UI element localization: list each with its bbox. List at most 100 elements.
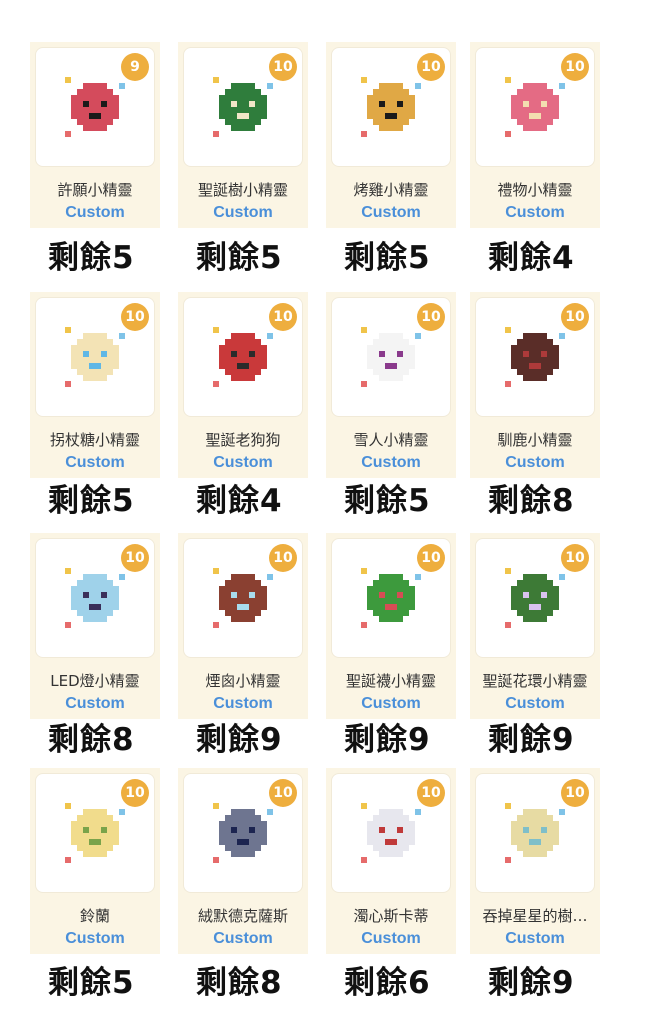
level-badge: 10 <box>561 779 589 807</box>
sticker-image-frame: 10 <box>331 297 451 417</box>
sticker-image-frame: 10 <box>35 773 155 893</box>
sticker-image-frame: 10 <box>475 538 595 658</box>
remaining-count-label: 剩餘5 <box>344 483 431 519</box>
sticker-name: 聖誕花環小精靈 <box>482 672 588 690</box>
sticker-name: 煙囪小精靈 <box>205 672 281 690</box>
sticker-image-frame: 10 <box>183 297 303 417</box>
pixel-sprite-icon <box>213 327 273 387</box>
pixel-sprite-icon <box>65 327 125 387</box>
remaining-count-label: 剩餘9 <box>488 722 575 758</box>
level-badge: 10 <box>561 303 589 331</box>
sticker-card[interactable]: 10 馴鹿小精靈 Custom <box>470 292 600 478</box>
sticker-card[interactable]: 9 許願小精靈 Custom <box>30 42 160 228</box>
pixel-sprite-icon <box>213 803 273 863</box>
custom-tag: Custom <box>505 930 565 947</box>
sticker-image-frame: 10 <box>475 773 595 893</box>
sticker-card[interactable]: 10 鈴蘭 Custom <box>30 768 160 954</box>
level-badge: 10 <box>561 53 589 81</box>
pixel-sprite-icon <box>361 803 421 863</box>
sticker-image-frame: 10 <box>183 47 303 167</box>
pixel-sprite-icon <box>213 77 273 137</box>
sticker-image-frame: 10 <box>35 297 155 417</box>
remaining-count-label: 剩餘5 <box>48 483 135 519</box>
sticker-name: 許願小精靈 <box>57 181 133 199</box>
sticker-name: 絨默德克薩斯 <box>197 907 288 925</box>
level-badge: 10 <box>121 779 149 807</box>
sticker-image-frame: 10 <box>183 538 303 658</box>
sticker-card[interactable]: 10 聖誕花環小精靈 Custom <box>470 533 600 719</box>
sticker-name: 濁心斯卡蒂 <box>353 907 429 925</box>
level-badge: 10 <box>269 779 297 807</box>
sticker-name: LED燈小精靈 <box>50 672 140 690</box>
level-badge: 10 <box>269 303 297 331</box>
sticker-card[interactable]: 10 吞掉星星的樹… Custom <box>470 768 600 954</box>
level-badge: 10 <box>417 544 445 572</box>
pixel-sprite-icon <box>65 77 125 137</box>
level-badge: 10 <box>561 544 589 572</box>
sticker-card[interactable]: 10 禮物小精靈 Custom <box>470 42 600 228</box>
pixel-sprite-icon <box>361 568 421 628</box>
sticker-name: 聖誕襪小精靈 <box>345 672 436 690</box>
pixel-sprite-icon <box>65 803 125 863</box>
custom-tag: Custom <box>213 930 273 947</box>
sticker-card[interactable]: 10 絨默德克薩斯 Custom <box>178 768 308 954</box>
sticker-card[interactable]: 10 烤雞小精靈 Custom <box>326 42 456 228</box>
level-badge: 10 <box>417 53 445 81</box>
remaining-count-label: 剩餘6 <box>344 965 431 1001</box>
remaining-count-label: 剩餘8 <box>488 483 575 519</box>
remaining-count-label: 剩餘9 <box>196 722 283 758</box>
sticker-name: 吞掉星星的樹… <box>482 907 588 925</box>
custom-tag: Custom <box>361 930 421 947</box>
pixel-sprite-icon <box>505 568 565 628</box>
pixel-sprite-icon <box>65 568 125 628</box>
sticker-name: 馴鹿小精靈 <box>497 431 573 449</box>
sticker-image-frame: 10 <box>475 297 595 417</box>
level-badge: 10 <box>269 544 297 572</box>
remaining-count-label: 剩餘8 <box>48 722 135 758</box>
custom-tag: Custom <box>361 204 421 221</box>
sticker-name: 聖誕老狗狗 <box>205 431 281 449</box>
remaining-count-label: 剩餘5 <box>344 240 431 276</box>
custom-tag: Custom <box>65 204 125 221</box>
sticker-name: 聖誕樹小精靈 <box>197 181 288 199</box>
sticker-name: 拐杖糖小精靈 <box>49 431 140 449</box>
sticker-card[interactable]: 10 聖誕老狗狗 Custom <box>178 292 308 478</box>
remaining-count-label: 剩餘9 <box>488 965 575 1001</box>
sticker-image-frame: 10 <box>183 773 303 893</box>
level-badge: 10 <box>417 779 445 807</box>
sticker-image-frame: 10 <box>331 47 451 167</box>
custom-tag: Custom <box>505 204 565 221</box>
level-badge: 10 <box>121 303 149 331</box>
remaining-count-label: 剩餘4 <box>488 240 575 276</box>
sticker-card[interactable]: 10 煙囪小精靈 Custom <box>178 533 308 719</box>
remaining-count-label: 剩餘9 <box>344 722 431 758</box>
sticker-name: 雪人小精靈 <box>353 431 429 449</box>
sticker-card[interactable]: 10 LED燈小精靈 Custom <box>30 533 160 719</box>
pixel-sprite-icon <box>505 77 565 137</box>
remaining-count-label: 剩餘5 <box>48 965 135 1001</box>
sticker-image-frame: 10 <box>35 538 155 658</box>
remaining-count-label: 剩餘4 <box>196 483 283 519</box>
pixel-sprite-icon <box>505 327 565 387</box>
sticker-name: 禮物小精靈 <box>497 181 573 199</box>
level-badge: 10 <box>269 53 297 81</box>
pixel-sprite-icon <box>505 803 565 863</box>
sticker-image-frame: 10 <box>331 538 451 658</box>
sticker-name: 鈴蘭 <box>79 907 110 925</box>
sticker-image-frame: 10 <box>475 47 595 167</box>
pixel-sprite-icon <box>213 568 273 628</box>
custom-tag: Custom <box>213 204 273 221</box>
sticker-name: 烤雞小精靈 <box>353 181 429 199</box>
sticker-card[interactable]: 10 雪人小精靈 Custom <box>326 292 456 478</box>
sticker-image-frame: 9 <box>35 47 155 167</box>
sticker-card[interactable]: 10 聖誕襪小精靈 Custom <box>326 533 456 719</box>
level-badge: 10 <box>417 303 445 331</box>
remaining-count-label: 剩餘5 <box>196 240 283 276</box>
pixel-sprite-icon <box>361 77 421 137</box>
sticker-card[interactable]: 10 濁心斯卡蒂 Custom <box>326 768 456 954</box>
custom-tag: Custom <box>65 930 125 947</box>
sticker-image-frame: 10 <box>331 773 451 893</box>
sticker-card[interactable]: 10 拐杖糖小精靈 Custom <box>30 292 160 478</box>
sticker-card[interactable]: 10 聖誕樹小精靈 Custom <box>178 42 308 228</box>
remaining-count-label: 剩餘8 <box>196 965 283 1001</box>
